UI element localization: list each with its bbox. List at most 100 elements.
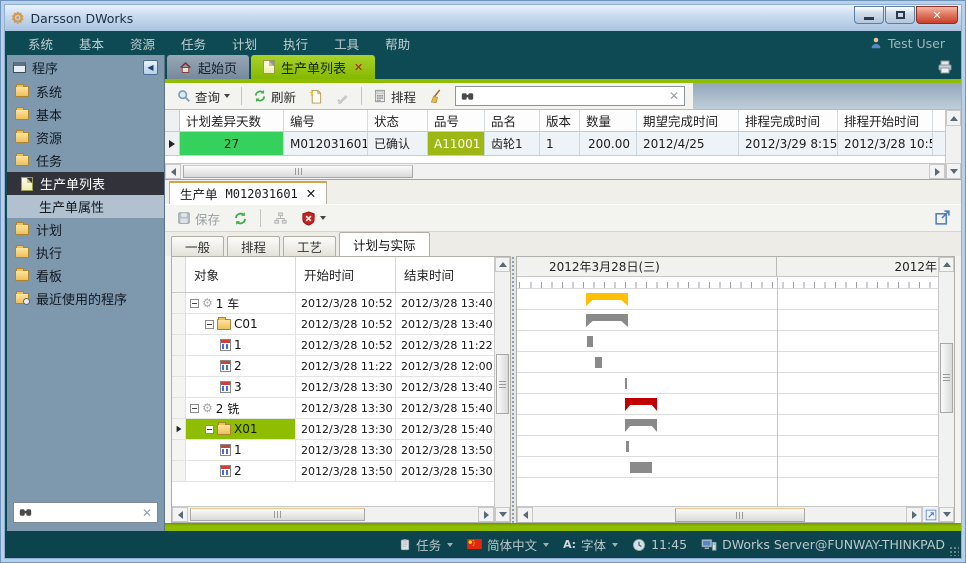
maximize-button[interactable] bbox=[885, 6, 915, 24]
gantt-bar-9[interactable] bbox=[630, 462, 652, 473]
grid-horizontal-scrollbar[interactable] bbox=[165, 163, 945, 179]
tree-row-4[interactable]: 22012/3/28 11:222012/3/28 12:00 bbox=[172, 356, 494, 377]
grid-column-header-4[interactable]: 品号 bbox=[428, 110, 485, 131]
menu-item-6[interactable]: 执行 bbox=[270, 31, 321, 55]
sidebar-item-3[interactable]: 资源 bbox=[7, 126, 164, 149]
status-item-5[interactable]: DWorks Server@FUNWAY-THINKPAD bbox=[701, 537, 945, 552]
subtab-3[interactable]: 工艺 bbox=[283, 236, 336, 256]
gantt-row-9[interactable] bbox=[517, 457, 938, 478]
gantt-row-8[interactable] bbox=[517, 436, 938, 457]
gantt-bar-1[interactable] bbox=[586, 293, 628, 306]
grid-column-header-2[interactable]: 编号 bbox=[284, 110, 368, 131]
query-button[interactable]: 查询 bbox=[173, 85, 234, 108]
sidebar-search-clear-icon[interactable]: ✕ bbox=[142, 506, 152, 520]
grid-column-header-6[interactable]: 版本 bbox=[540, 110, 580, 131]
grid-search-box[interactable]: ✕ bbox=[455, 86, 685, 106]
open-external-icon[interactable] bbox=[934, 209, 951, 226]
status-item-2[interactable]: 简体中文 bbox=[467, 535, 549, 554]
validate-button[interactable] bbox=[297, 209, 330, 228]
gantt-row-7[interactable] bbox=[517, 415, 938, 436]
tree-column-header-3[interactable]: 结束时间 bbox=[396, 257, 496, 292]
gantt-row-4[interactable] bbox=[517, 352, 938, 373]
expand-collapse-icon[interactable] bbox=[205, 425, 214, 434]
tab-2[interactable]: 生产单列表✕ bbox=[251, 55, 375, 79]
close-button[interactable]: ✕ bbox=[916, 6, 958, 24]
status-caret-icon[interactable] bbox=[612, 543, 618, 547]
detail-refresh-button[interactable] bbox=[229, 209, 252, 228]
grid-search-clear-icon[interactable]: ✕ bbox=[669, 89, 679, 103]
tab-1[interactable]: 起始页 bbox=[167, 55, 249, 79]
grid-column-header-10[interactable]: 排程开始时间 bbox=[838, 110, 933, 131]
expand-collapse-icon[interactable] bbox=[190, 299, 199, 308]
sidebar-item-6[interactable]: 生产单属性 bbox=[7, 195, 164, 218]
resize-grip[interactable] bbox=[949, 546, 959, 556]
gantt-bar-5[interactable] bbox=[625, 378, 627, 389]
refresh-button[interactable]: 刷新 bbox=[249, 85, 300, 108]
minimize-button[interactable] bbox=[854, 6, 884, 24]
sidebar-search-box[interactable]: ✕ bbox=[13, 502, 158, 523]
grid-column-header-9[interactable]: 排程完成时间 bbox=[739, 110, 838, 131]
grid-column-header-1[interactable]: 计划差异天数 bbox=[180, 110, 284, 131]
scroll-up-icon[interactable] bbox=[939, 257, 954, 272]
sidebar-item-8[interactable]: 执行 bbox=[7, 241, 164, 264]
menu-item-7[interactable]: 工具 bbox=[321, 31, 372, 55]
gantt-bar-7[interactable] bbox=[625, 419, 657, 432]
gantt-row-1[interactable] bbox=[517, 289, 938, 310]
sidebar-item-7[interactable]: 计划 bbox=[7, 218, 164, 241]
tree-row-8[interactable]: 12012/3/28 13:302012/3/28 13:50 bbox=[172, 440, 494, 461]
gantt-bar-4[interactable] bbox=[595, 357, 602, 368]
routing-button[interactable] bbox=[269, 209, 292, 228]
gantt-row-2[interactable] bbox=[517, 310, 938, 331]
tree-row-7[interactable]: X012012/3/28 13:302012/3/28 15:40 bbox=[172, 419, 494, 440]
gantt-vertical-scrollbar[interactable] bbox=[938, 257, 954, 522]
save-button[interactable]: 保存 bbox=[173, 207, 224, 230]
current-user[interactable]: Test User bbox=[869, 36, 951, 51]
scroll-left-icon[interactable] bbox=[165, 164, 181, 179]
clear-button[interactable] bbox=[424, 87, 447, 106]
schedule-button[interactable]: 排程 bbox=[369, 85, 420, 108]
grid-vertical-scrollbar[interactable] bbox=[945, 110, 961, 179]
menu-item-3[interactable]: 资源 bbox=[117, 31, 168, 55]
gantt-horizontal-scrollbar[interactable] bbox=[517, 507, 922, 522]
subtab-4[interactable]: 计划与实际 bbox=[339, 232, 430, 256]
status-caret-icon[interactable] bbox=[447, 543, 453, 547]
tree-row-6[interactable]: ⚙2 铣2012/3/28 13:302012/3/28 15:40 bbox=[172, 398, 494, 419]
scroll-down-icon[interactable] bbox=[495, 507, 510, 522]
gantt-row-3[interactable] bbox=[517, 331, 938, 352]
gantt-popout-icon[interactable] bbox=[922, 507, 938, 522]
tree-row-9[interactable]: 22012/3/28 13:502012/3/28 15:30 bbox=[172, 461, 494, 482]
sidebar-item-5[interactable]: 生产单列表 bbox=[7, 172, 164, 195]
gantt-bar-2[interactable] bbox=[586, 314, 628, 327]
subtab-2[interactable]: 排程 bbox=[227, 236, 280, 256]
menu-item-1[interactable]: 系统 bbox=[15, 31, 66, 55]
gantt-bar-8[interactable] bbox=[626, 441, 629, 452]
tree-row-5[interactable]: 32012/3/28 13:302012/3/28 13:40 bbox=[172, 377, 494, 398]
tree-column-header-1[interactable]: 对象 bbox=[186, 257, 296, 292]
gantt-bar-6[interactable] bbox=[625, 398, 657, 411]
grid-column-header-8[interactable]: 期望完成时间 bbox=[637, 110, 739, 131]
sidebar-collapse-button[interactable]: ◀ bbox=[143, 60, 158, 75]
status-item-1[interactable]: 任务 bbox=[399, 535, 453, 554]
scroll-right-icon[interactable] bbox=[906, 507, 922, 522]
subtab-1[interactable]: 一般 bbox=[171, 236, 224, 256]
gantt-row-6[interactable] bbox=[517, 394, 938, 415]
scroll-down-icon[interactable] bbox=[946, 163, 961, 179]
expand-collapse-icon[interactable] bbox=[205, 320, 214, 329]
tree-row-3[interactable]: 12012/3/28 10:522012/3/28 11:22 bbox=[172, 335, 494, 356]
scroll-up-icon[interactable] bbox=[946, 110, 961, 126]
tree-column-header-2[interactable]: 开始时间 bbox=[296, 257, 396, 292]
status-item-3[interactable]: A:字体 bbox=[563, 535, 618, 554]
scroll-left-icon[interactable] bbox=[517, 507, 533, 522]
scroll-down-icon[interactable] bbox=[939, 507, 954, 522]
sidebar-item-1[interactable]: 系统 bbox=[7, 80, 164, 103]
scroll-right-icon[interactable] bbox=[478, 507, 494, 522]
order-tab-close-icon[interactable]: ✕ bbox=[306, 186, 316, 201]
sidebar-item-10[interactable]: 最近使用的程序 bbox=[7, 287, 164, 310]
tree-row-2[interactable]: C012012/3/28 10:522012/3/28 13:40 bbox=[172, 314, 494, 335]
tree-horizontal-scrollbar[interactable] bbox=[172, 506, 494, 522]
scroll-right-icon[interactable] bbox=[929, 164, 945, 179]
sidebar-item-2[interactable]: 基本 bbox=[7, 103, 164, 126]
grid-data-row[interactable]: 27M012031601已确认A11001齿轮11200.002012/4/25… bbox=[165, 132, 945, 156]
printer-icon[interactable] bbox=[937, 59, 953, 75]
status-item-4[interactable]: 11:45 bbox=[632, 537, 687, 552]
